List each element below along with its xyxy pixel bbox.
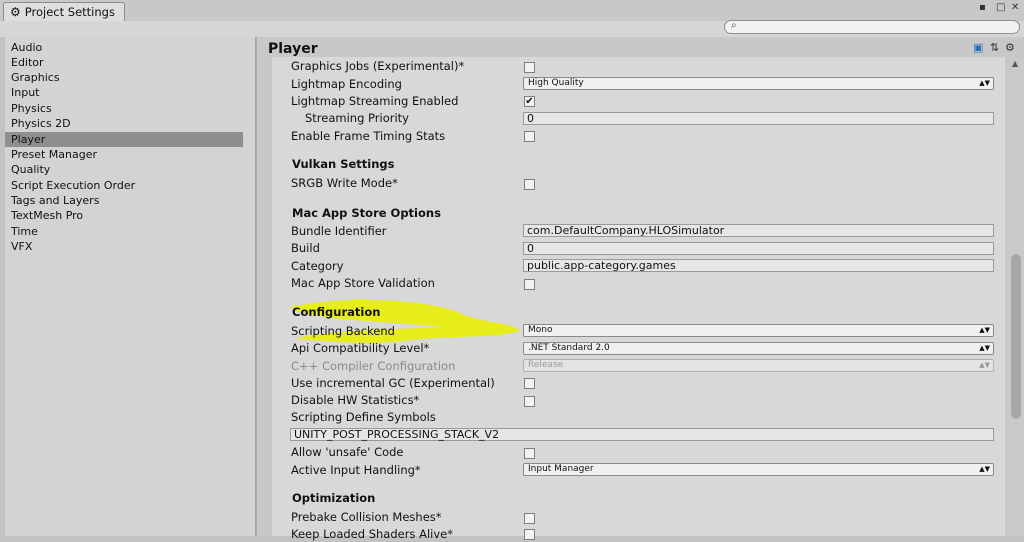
category-label: Category	[291, 259, 344, 273]
input-handling-dropdown[interactable]: Input Manager ▲▼	[523, 463, 994, 476]
graphics-jobs-label: Graphics Jobs (Experimental)*	[291, 59, 465, 73]
scripting-backend-dropdown[interactable]: Mono ▲▼	[523, 324, 994, 337]
page-title: Player	[268, 41, 318, 57]
prebake-collision-checkbox[interactable]	[524, 513, 535, 524]
project-settings-tab[interactable]: ⚙ Project Settings	[3, 2, 125, 21]
scrollbar-thumb[interactable]	[1011, 254, 1021, 419]
lightmap-encoding-value: High Quality	[528, 78, 584, 88]
lightmap-streaming-checkbox[interactable]: ✔	[524, 96, 535, 107]
preset-icon[interactable]: ⇅	[990, 41, 999, 54]
title-bar: ⚙ Project Settings ▪ □ ✕	[0, 0, 1024, 22]
sidebar-item-time[interactable]: Time	[5, 224, 243, 239]
streaming-priority-field[interactable]: 0	[523, 112, 994, 125]
lightmap-streaming-label: Lightmap Streaming Enabled	[291, 94, 459, 108]
prebake-collision-label: Prebake Collision Meshes*	[291, 510, 442, 524]
input-handling-label: Active Input Handling*	[291, 463, 421, 477]
checkmark-icon: ✔	[525, 96, 534, 107]
hw-statistics-checkbox[interactable]	[524, 396, 535, 407]
optimization-header: Optimization	[292, 491, 376, 505]
window-title: Project Settings	[24, 5, 115, 19]
sidebar: Audio Editor Graphics Input Physics Phys…	[5, 37, 255, 536]
player-settings-content: Graphics Jobs (Experimental)* Lightmap E…	[272, 57, 1005, 541]
streaming-priority-label: Streaming Priority	[305, 111, 409, 125]
sidebar-item-physics-2d[interactable]: Physics 2D	[5, 116, 243, 131]
incremental-gc-checkbox[interactable]	[524, 378, 535, 389]
input-handling-value: Input Manager	[528, 464, 594, 474]
sidebar-item-vfx[interactable]: VFX	[5, 239, 243, 254]
scripting-backend-value: Mono	[528, 325, 553, 335]
sidebar-item-player[interactable]: Player	[5, 132, 243, 147]
unsafe-code-label: Allow 'unsafe' Code	[291, 445, 404, 459]
vulkan-settings-header: Vulkan Settings	[292, 157, 395, 171]
api-compatibility-value: .NET Standard 2.0	[528, 343, 610, 353]
settings-icon[interactable]: ⚙	[1005, 41, 1015, 54]
keep-shaders-label: Keep Loaded Shaders Alive*	[291, 527, 453, 541]
bundle-identifier-field[interactable]: com.DefaultCompany.HLOSimulator	[523, 224, 994, 237]
scroll-up-icon[interactable]: ▲	[1012, 59, 1018, 68]
srgb-write-checkbox[interactable]	[524, 179, 535, 190]
bundle-identifier-label: Bundle Identifier	[291, 224, 387, 238]
sidebar-item-preset-manager[interactable]: Preset Manager	[5, 147, 243, 162]
dropdown-arrow-icon: ▲▼	[979, 344, 990, 352]
sidebar-item-audio[interactable]: Audio	[5, 40, 243, 55]
api-compatibility-label: Api Compatibility Level*	[291, 341, 430, 355]
cpp-compiler-label: C++ Compiler Configuration	[291, 359, 456, 373]
lightmap-encoding-label: Lightmap Encoding	[291, 77, 402, 91]
dropdown-arrow-icon: ▲▼	[979, 326, 990, 334]
hw-statistics-label: Disable HW Statistics*	[291, 393, 420, 407]
dropdown-arrow-icon: ▲▼	[979, 79, 990, 87]
frame-timing-label: Enable Frame Timing Stats	[291, 129, 446, 143]
main-panel: Player ▣ ⇅ ⚙ Graphics Jobs (Experimental…	[257, 37, 1024, 541]
mac-validation-checkbox[interactable]	[524, 279, 535, 290]
incremental-gc-label: Use incremental GC (Experimental)	[291, 376, 495, 390]
define-symbols-label: Scripting Define Symbols	[291, 410, 436, 424]
define-symbols-field[interactable]: UNITY_POST_PROCESSING_STACK_V2	[290, 428, 994, 441]
build-field[interactable]: 0	[523, 242, 994, 255]
configuration-header: Configuration	[292, 305, 381, 319]
unsafe-code-checkbox[interactable]	[524, 448, 535, 459]
vertical-scrollbar[interactable]: ▲	[1009, 57, 1024, 536]
scripting-backend-label: Scripting Backend	[291, 324, 395, 338]
gear-icon: ⚙	[10, 5, 21, 19]
sidebar-item-textmesh-pro[interactable]: TextMesh Pro	[5, 208, 243, 223]
sidebar-item-quality[interactable]: Quality	[5, 162, 243, 177]
dropdown-arrow-icon: ▲▼	[979, 465, 990, 473]
menu-icon[interactable]: ▪	[979, 2, 986, 13]
sidebar-item-tags-and-layers[interactable]: Tags and Layers	[5, 193, 243, 208]
sidebar-item-physics[interactable]: Physics	[5, 101, 243, 116]
sidebar-item-input[interactable]: Input	[5, 85, 243, 100]
cpp-compiler-value: Release	[528, 360, 564, 370]
srgb-write-label: SRGB Write Mode*	[291, 176, 398, 190]
cpp-compiler-dropdown: Release ▲▼	[523, 359, 994, 372]
sidebar-item-script-execution-order[interactable]: Script Execution Order	[5, 178, 243, 193]
sidebar-item-editor[interactable]: Editor	[5, 55, 243, 70]
category-field[interactable]: public.app-category.games	[523, 259, 994, 272]
close-icon[interactable]: ✕	[1011, 2, 1019, 13]
mac-validation-label: Mac App Store Validation	[291, 276, 435, 290]
frame-timing-checkbox[interactable]	[524, 131, 535, 142]
build-label: Build	[291, 241, 320, 255]
keep-shaders-checkbox[interactable]	[524, 529, 535, 540]
mac-app-store-header: Mac App Store Options	[292, 206, 441, 220]
dropdown-arrow-icon: ▲▼	[979, 361, 990, 369]
graphics-jobs-checkbox[interactable]	[524, 62, 535, 73]
sidebar-item-graphics[interactable]: Graphics	[5, 70, 243, 85]
maximize-icon[interactable]: □	[996, 2, 1005, 13]
search-icon: ⌕	[731, 20, 737, 31]
help-icon[interactable]: ▣	[973, 41, 983, 54]
search-input[interactable]: ⌕	[724, 20, 1020, 34]
api-compatibility-dropdown[interactable]: .NET Standard 2.0 ▲▼	[523, 342, 994, 355]
lightmap-encoding-dropdown[interactable]: High Quality ▲▼	[523, 77, 994, 90]
